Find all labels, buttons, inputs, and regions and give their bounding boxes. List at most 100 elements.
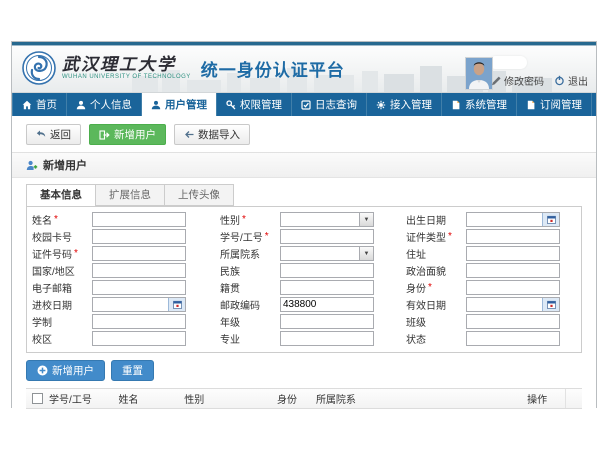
text-input[interactable]: [93, 247, 185, 260]
required-asterisk: *: [448, 231, 452, 242]
text-input[interactable]: [281, 264, 373, 277]
form-field: 电子邮箱: [32, 280, 220, 295]
user-add-icon: [26, 160, 38, 171]
chevron-down-icon[interactable]: ▼: [359, 213, 373, 226]
user-icon: [151, 100, 161, 110]
nav-item-3[interactable]: 用户管理: [142, 93, 217, 116]
nav-item-2[interactable]: 个人信息: [67, 93, 142, 116]
reset-button[interactable]: 重置: [111, 360, 154, 381]
text-input[interactable]: [93, 332, 185, 345]
required-asterisk: *: [265, 231, 269, 242]
form-field: 专业: [220, 331, 406, 346]
change-password-link[interactable]: 修改密码: [491, 73, 544, 88]
text-input[interactable]: [93, 230, 185, 243]
chevron-down-icon[interactable]: ▼: [359, 247, 373, 260]
home-icon: [22, 100, 32, 110]
key-icon: [226, 100, 236, 110]
text-field: [280, 263, 374, 278]
text-input[interactable]: [467, 281, 559, 294]
data-import-button[interactable]: 数据导入: [174, 124, 250, 145]
text-input[interactable]: [281, 332, 373, 345]
field-label: 籍贯: [220, 280, 280, 295]
panel-header: 新增用户: [12, 153, 596, 178]
text-input[interactable]: [93, 213, 185, 226]
tab-1[interactable]: 基本信息: [26, 184, 96, 206]
header: 武汉理工大学 WUHAN UNIVERSITY OF TECHNOLOGY 统一…: [12, 46, 596, 93]
date-input[interactable]: [467, 213, 542, 226]
logout-link[interactable]: 退出: [554, 73, 588, 88]
field-label: 学制: [32, 314, 92, 329]
text-field: [280, 331, 374, 346]
nav-item-4[interactable]: 权限管理: [217, 93, 292, 116]
date-input[interactable]: [467, 298, 542, 311]
text-input[interactable]: [467, 230, 559, 243]
text-input[interactable]: [281, 281, 373, 294]
nav-item-label: 个人信息: [90, 97, 132, 112]
logout-label: 退出: [568, 73, 588, 88]
nav-item-label: 权限管理: [240, 97, 282, 112]
text-input[interactable]: [467, 315, 559, 328]
text-field: [466, 246, 560, 261]
form-field: 状态: [406, 331, 596, 346]
app-window: 武汉理工大学 WUHAN UNIVERSITY OF TECHNOLOGY 统一…: [11, 41, 597, 408]
text-input[interactable]: [281, 298, 373, 311]
submit-add-user-label: 新增用户: [52, 363, 94, 378]
form-field: 进校日期: [32, 297, 220, 312]
document-icon: [451, 100, 461, 110]
field-label: 出生日期: [406, 212, 466, 227]
text-input[interactable]: [467, 247, 559, 260]
log-check-icon: [301, 100, 311, 110]
import-arrow-icon: [184, 130, 194, 139]
calendar-icon[interactable]: [168, 298, 185, 311]
date-field: [466, 297, 560, 312]
select-input[interactable]: [281, 213, 359, 226]
user-table-header: 学号/工号姓名性别身份所属院系操作: [26, 388, 582, 409]
user-name-box: [489, 56, 527, 69]
nav-item-1[interactable]: 首页: [12, 93, 67, 116]
column-header-2: 姓名: [115, 391, 181, 406]
text-field: [92, 212, 186, 227]
select-field: ▼: [280, 212, 374, 227]
required-asterisk: *: [54, 214, 58, 225]
text-field: [280, 314, 374, 329]
text-input[interactable]: [467, 264, 559, 277]
nav-item-5[interactable]: 日志查询: [292, 93, 367, 116]
form-field: 所属院系 ▼: [220, 246, 406, 261]
text-input[interactable]: [93, 264, 185, 277]
select-field: ▼: [280, 246, 374, 261]
tab-3[interactable]: 上传头像: [165, 184, 234, 206]
nav-item-7[interactable]: 系统管理: [442, 93, 517, 116]
text-input[interactable]: [281, 230, 373, 243]
tab-2[interactable]: 扩展信息: [96, 184, 165, 206]
text-input[interactable]: [93, 281, 185, 294]
form-field: 国家/地区: [32, 263, 220, 278]
university-logo: [22, 51, 56, 85]
column-header-3: 性别: [181, 391, 274, 406]
select-all-checkbox[interactable]: [32, 393, 43, 404]
nav-item-label: 订阅管理: [540, 97, 582, 112]
text-input[interactable]: [467, 332, 559, 345]
field-label: 所属院系: [220, 246, 280, 261]
date-field: [466, 212, 560, 227]
select-input[interactable]: [281, 247, 359, 260]
select-all-cell: [26, 393, 46, 404]
text-field: [92, 246, 186, 261]
text-input[interactable]: [93, 315, 185, 328]
power-icon: [554, 75, 565, 86]
add-user-toolbar-button[interactable]: 新增用户: [89, 124, 166, 145]
text-input[interactable]: [281, 315, 373, 328]
back-button[interactable]: 返回: [26, 124, 81, 145]
column-header-5: 所属院系: [313, 391, 524, 406]
nav-item-6[interactable]: 接入管理: [367, 93, 442, 116]
field-label: 证件类型*: [406, 229, 466, 244]
panel-title: 新增用户: [43, 157, 87, 173]
calendar-icon[interactable]: [542, 298, 559, 311]
submit-add-user-button[interactable]: 新增用户: [26, 360, 105, 381]
nav-item-8[interactable]: 订阅管理: [517, 93, 592, 116]
calendar-icon[interactable]: [542, 213, 559, 226]
basic-info-form: 姓名*性别*▼出生日期校园卡号学号/工号*证件类型*证件号码*所属院系▼住址国家…: [26, 206, 582, 353]
plus-circle-icon: [37, 365, 48, 376]
table-scrollbar-gutter: [565, 389, 582, 408]
date-input[interactable]: [93, 298, 168, 311]
form-field: 校园卡号: [32, 229, 220, 244]
